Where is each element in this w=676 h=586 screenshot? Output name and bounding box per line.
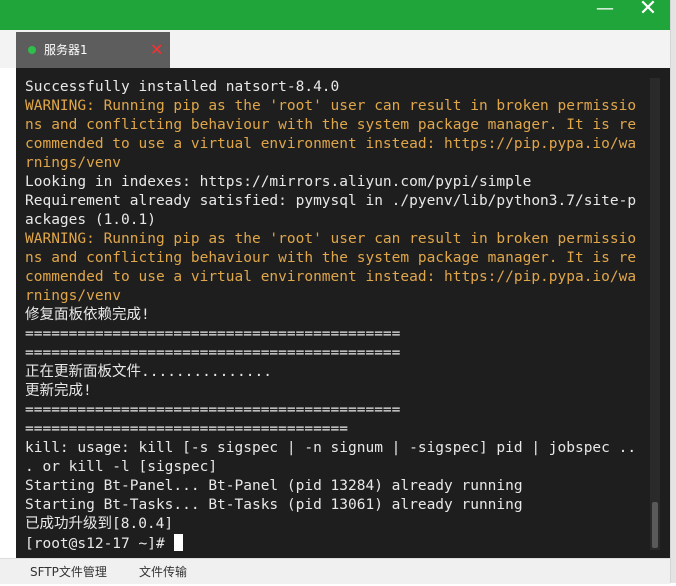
sftp-file-manager-button[interactable]: SFTP文件管理 <box>30 559 107 584</box>
terminal-warning-line: rnings/venv <box>25 155 122 171</box>
terminal-line: 已成功升级到[8.0.4] <box>25 516 174 532</box>
terminal-warning-line: ns and conflicting behaviour with the sy… <box>25 250 637 266</box>
terminal-line: 修复面板依赖完成! <box>25 307 150 323</box>
tab-label: 服务器1 <box>44 43 88 57</box>
terminal-line: 正在更新面板文件............... <box>25 364 272 380</box>
terminal-cursor <box>174 534 184 551</box>
title-bar: — ✕ <box>0 0 670 30</box>
terminal-line: ackages (1.0.1) <box>25 212 156 228</box>
terminal-warning-line: commended to use a virtual environment i… <box>25 136 637 152</box>
terminal-line: Requirement already satisfied: pymysql i… <box>25 193 637 209</box>
terminal-prompt-line[interactable]: [root@s12-17 ~]# <box>25 534 645 553</box>
minimize-button[interactable]: — <box>590 0 620 26</box>
background-window-edge <box>670 0 676 583</box>
terminal-line: Starting Bt-Tasks... Bt-Tasks (pid 13061… <box>25 497 523 513</box>
terminal-line: ===================================== <box>25 421 349 437</box>
terminal-warning-line: rnings/venv <box>25 288 122 304</box>
session-tab-bar: 服务器1 ✕ <box>0 30 670 68</box>
terminal-line: Successfully installed natsort-8.4.0 <box>25 79 340 95</box>
bottom-toolbar: SFTP文件管理 文件传输 <box>0 558 670 584</box>
file-transfer-button[interactable]: 文件传输 <box>139 559 187 584</box>
terminal-line: . or kill -l [sigspec] <box>25 459 218 475</box>
terminal-warning-line: WARNING: Running pip as the 'root' user … <box>25 231 637 247</box>
terminal-line: Looking in indexes: https://mirrors.aliy… <box>25 174 532 190</box>
terminal-line: ========================================… <box>25 345 401 361</box>
connection-status-icon <box>28 46 36 54</box>
terminal-warning-line: WARNING: Running pip as the 'root' user … <box>25 98 637 114</box>
terminal-scrollbar[interactable] <box>650 78 660 550</box>
close-tab-icon[interactable]: ✕ <box>150 32 163 68</box>
terminal-warning-line: commended to use a virtual environment i… <box>25 269 637 285</box>
terminal-line: Starting Bt-Panel... Bt-Panel (pid 13284… <box>25 478 523 494</box>
terminal-line: ========================================… <box>25 402 401 418</box>
close-window-button[interactable]: ✕ <box>633 0 663 26</box>
scrollbar-thumb[interactable] <box>652 502 658 548</box>
terminal-warning-line: ns and conflicting behaviour with the sy… <box>25 117 637 133</box>
terminal-line: kill: usage: kill [-s sigspec | -n signu… <box>25 440 637 456</box>
terminal-prompt: [root@s12-17 ~]# <box>25 536 174 552</box>
tab-server-1[interactable]: 服务器1 ✕ <box>16 32 170 68</box>
terminal-panel[interactable]: Successfully installed natsort-8.4.0 WARN… <box>16 68 670 558</box>
terminal-line: ========================================… <box>25 326 401 342</box>
terminal-line: 更新完成! <box>25 383 92 399</box>
terminal-output: Successfully installed natsort-8.4.0 WARN… <box>25 78 645 553</box>
